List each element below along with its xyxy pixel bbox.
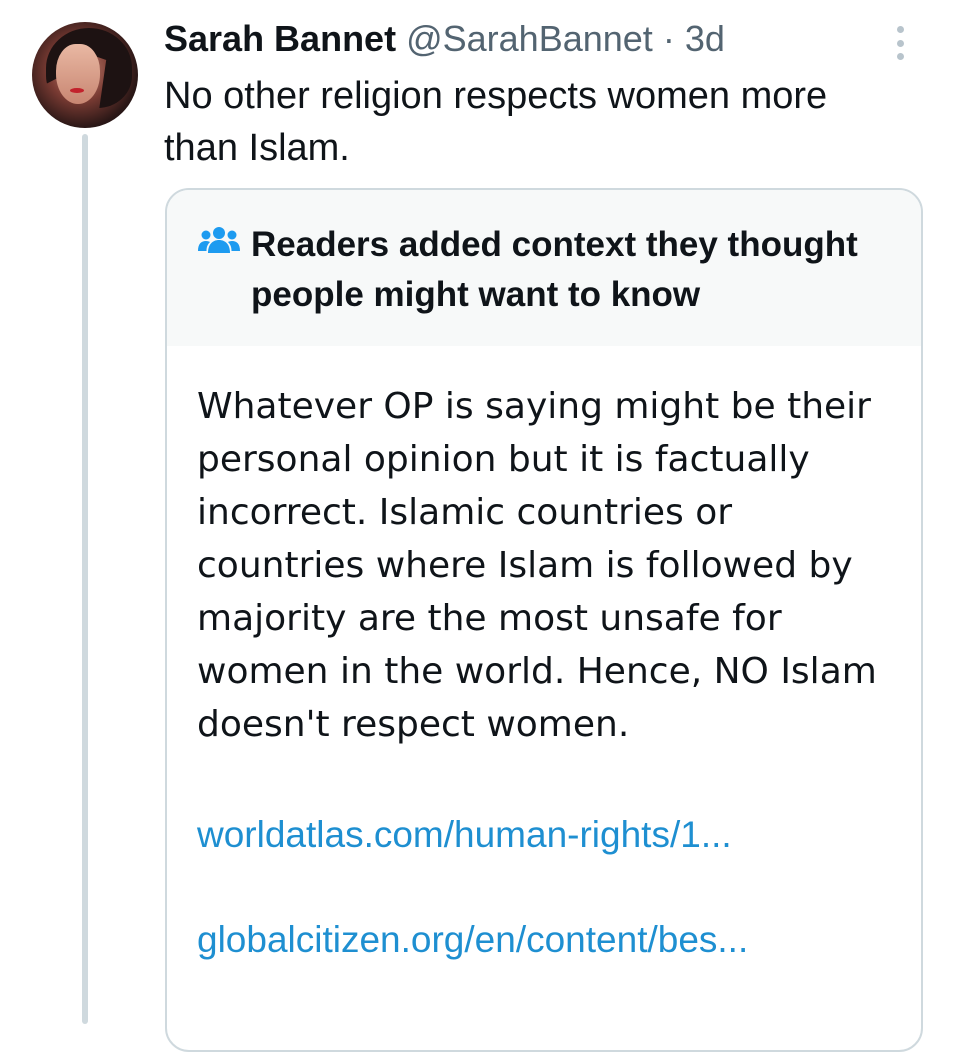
author-handle[interactable]: @SarahBannet: [406, 18, 653, 59]
tweet-header: Sarah Bannet @SarahBannet · 3d: [164, 16, 873, 62]
avatar-lips: [70, 88, 84, 93]
more-options-icon[interactable]: [893, 26, 907, 60]
community-note-title: Readers added context they thought peopl…: [251, 225, 858, 314]
dot: [896, 39, 904, 47]
community-note-header: Readers added context they thought peopl…: [167, 190, 921, 346]
avatar-face: [56, 44, 100, 104]
avatar[interactable]: [32, 22, 138, 128]
dot: [896, 26, 904, 33]
tweet-time[interactable]: 3d: [685, 18, 725, 59]
thread-line: [82, 134, 88, 1024]
author-name[interactable]: Sarah Bannet: [164, 18, 396, 59]
community-note-card: Readers added context they thought peopl…: [165, 188, 923, 1052]
meta-separator: ·: [652, 18, 685, 59]
source-link-1[interactable]: worldatlas.com/human-rights/1...: [197, 812, 732, 858]
dot: [896, 53, 904, 60]
source-link-2[interactable]: globalcitizen.org/en/content/bes...: [197, 917, 748, 963]
people-icon: [198, 227, 240, 253]
tweet-text: No other religion respects women more th…: [164, 75, 828, 169]
community-note-body: Whatever OP is saying might be their per…: [197, 386, 877, 745]
